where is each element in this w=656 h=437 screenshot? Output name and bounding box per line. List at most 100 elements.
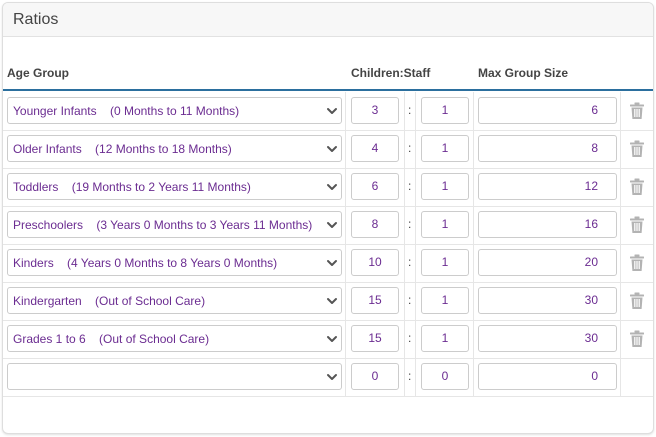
cell-divider bbox=[620, 206, 621, 244]
cell-divider bbox=[345, 206, 346, 244]
cell-divider bbox=[345, 92, 346, 130]
cell-divider bbox=[404, 358, 405, 396]
ratio-separator: : bbox=[408, 217, 412, 231]
age-group-select[interactable]: Preschoolers (3 Years 0 Months to 3 Year… bbox=[7, 211, 342, 238]
cell-divider bbox=[404, 168, 405, 206]
cell-divider bbox=[473, 130, 474, 168]
cell-divider bbox=[473, 206, 474, 244]
table-row: 0:00 bbox=[3, 358, 653, 397]
ratios-panel: Ratios Age Group Children:Staff Max Grou… bbox=[2, 2, 654, 434]
ratio-separator: : bbox=[408, 141, 412, 155]
children-ratio-input[interactable]: 3 bbox=[351, 97, 399, 124]
max-group-size-input[interactable]: 0 bbox=[478, 363, 617, 390]
cell-divider bbox=[415, 130, 416, 168]
cell-divider bbox=[404, 92, 405, 130]
cell-divider bbox=[345, 320, 346, 358]
cell-divider bbox=[473, 320, 474, 358]
chevron-down-icon bbox=[327, 260, 337, 266]
ratio-separator: : bbox=[408, 369, 412, 383]
panel-header: Ratios bbox=[3, 3, 653, 37]
cell-divider bbox=[404, 244, 405, 282]
cell-divider bbox=[620, 168, 621, 206]
staff-ratio-input[interactable]: 0 bbox=[421, 363, 469, 390]
cell-divider bbox=[620, 92, 621, 130]
age-group-select-value: Older Infants (12 Months to 18 Months) bbox=[13, 142, 232, 156]
children-ratio-input[interactable]: 4 bbox=[351, 135, 399, 162]
table-row: Grades 1 to 6 (Out of School Care) 15:1 30 bbox=[3, 320, 653, 359]
column-header-children-staff: Children:Staff bbox=[351, 66, 431, 80]
age-group-select[interactable]: Grades 1 to 6 (Out of School Care) bbox=[7, 325, 342, 352]
staff-ratio-input[interactable]: 1 bbox=[421, 325, 469, 352]
table-row: Preschoolers (3 Years 0 Months to 3 Year… bbox=[3, 206, 653, 245]
trash-icon[interactable] bbox=[629, 292, 645, 310]
ratio-separator: : bbox=[408, 331, 412, 345]
age-group-select[interactable]: Younger Infants (0 Months to 11 Months) bbox=[7, 97, 342, 124]
age-group-select-value: Toddlers (19 Months to 2 Years 11 Months… bbox=[13, 180, 251, 194]
age-group-select[interactable]: Older Infants (12 Months to 18 Months) bbox=[7, 135, 342, 162]
staff-ratio-input[interactable]: 1 bbox=[421, 211, 469, 238]
table-row: Kinders (4 Years 0 Months to 8 Years 0 M… bbox=[3, 244, 653, 283]
chevron-down-icon bbox=[327, 184, 337, 190]
cell-divider bbox=[473, 92, 474, 130]
column-header-max-group-size: Max Group Size bbox=[478, 66, 569, 80]
trash-icon[interactable] bbox=[629, 102, 645, 120]
cell-divider bbox=[620, 282, 621, 320]
trash-icon[interactable] bbox=[629, 178, 645, 196]
cell-divider bbox=[345, 130, 346, 168]
max-group-size-input[interactable]: 20 bbox=[478, 249, 617, 276]
staff-ratio-input[interactable]: 1 bbox=[421, 249, 469, 276]
staff-ratio-input[interactable]: 1 bbox=[421, 97, 469, 124]
cell-divider bbox=[415, 92, 416, 130]
children-ratio-input[interactable]: 15 bbox=[351, 287, 399, 314]
max-group-size-input[interactable]: 6 bbox=[478, 97, 617, 124]
max-group-size-input[interactable]: 12 bbox=[478, 173, 617, 200]
children-ratio-input[interactable]: 6 bbox=[351, 173, 399, 200]
cell-divider bbox=[473, 168, 474, 206]
age-group-select-value: Younger Infants (0 Months to 11 Months) bbox=[13, 104, 240, 118]
table-row: Toddlers (19 Months to 2 Years 11 Months… bbox=[3, 168, 653, 207]
cell-divider bbox=[415, 282, 416, 320]
children-ratio-input[interactable]: 0 bbox=[351, 363, 399, 390]
cell-divider bbox=[415, 320, 416, 358]
cell-divider bbox=[345, 244, 346, 282]
cell-divider bbox=[415, 244, 416, 282]
cell-divider bbox=[415, 168, 416, 206]
children-ratio-input[interactable]: 10 bbox=[351, 249, 399, 276]
header-divider bbox=[3, 89, 653, 91]
chevron-down-icon bbox=[327, 374, 337, 380]
age-group-select[interactable]: Toddlers (19 Months to 2 Years 11 Months… bbox=[7, 173, 342, 200]
max-group-size-input[interactable]: 8 bbox=[478, 135, 617, 162]
max-group-size-input[interactable]: 16 bbox=[478, 211, 617, 238]
max-group-size-input[interactable]: 30 bbox=[478, 325, 617, 352]
table-row: Kindergarten (Out of School Care) 15:1 30 bbox=[3, 282, 653, 321]
staff-ratio-input[interactable]: 1 bbox=[421, 287, 469, 314]
max-group-size-input[interactable]: 30 bbox=[478, 287, 617, 314]
cell-divider bbox=[620, 244, 621, 282]
age-group-select[interactable] bbox=[7, 363, 342, 390]
age-group-select-value: Grades 1 to 6 (Out of School Care) bbox=[13, 332, 210, 346]
cell-divider bbox=[620, 320, 621, 358]
column-header-age-group: Age Group bbox=[7, 66, 69, 80]
age-group-select-value: Preschoolers (3 Years 0 Months to 3 Year… bbox=[13, 218, 313, 232]
cell-divider bbox=[345, 282, 346, 320]
children-ratio-input[interactable]: 8 bbox=[351, 211, 399, 238]
staff-ratio-input[interactable]: 1 bbox=[421, 135, 469, 162]
age-group-select[interactable]: Kindergarten (Out of School Care) bbox=[7, 287, 342, 314]
staff-ratio-input[interactable]: 1 bbox=[421, 173, 469, 200]
trash-icon[interactable] bbox=[629, 216, 645, 234]
chevron-down-icon bbox=[327, 108, 337, 114]
age-group-select-value: Kinders (4 Years 0 Months to 8 Years 0 M… bbox=[13, 256, 278, 270]
cell-divider bbox=[404, 320, 405, 358]
ratio-separator: : bbox=[408, 103, 412, 117]
trash-icon[interactable] bbox=[629, 330, 645, 348]
cell-divider bbox=[473, 282, 474, 320]
trash-icon[interactable] bbox=[629, 254, 645, 272]
cell-divider bbox=[473, 358, 474, 396]
children-ratio-input[interactable]: 15 bbox=[351, 325, 399, 352]
cell-divider bbox=[415, 358, 416, 396]
trash-icon[interactable] bbox=[629, 140, 645, 158]
age-group-select[interactable]: Kinders (4 Years 0 Months to 8 Years 0 M… bbox=[7, 249, 342, 276]
age-group-select-value: Kindergarten (Out of School Care) bbox=[13, 294, 206, 308]
panel-title: Ratios bbox=[13, 11, 59, 28]
chevron-down-icon bbox=[327, 336, 337, 342]
